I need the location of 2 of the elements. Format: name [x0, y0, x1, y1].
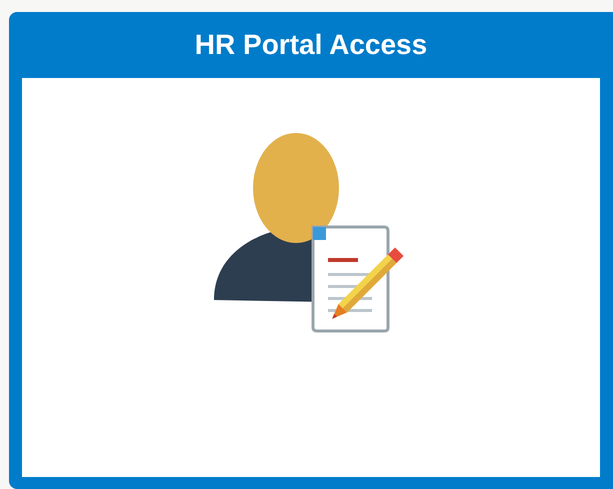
tile-title: HR Portal Access	[194, 28, 428, 62]
tile-card[interactable]: HR Portal Access	[9, 12, 613, 489]
